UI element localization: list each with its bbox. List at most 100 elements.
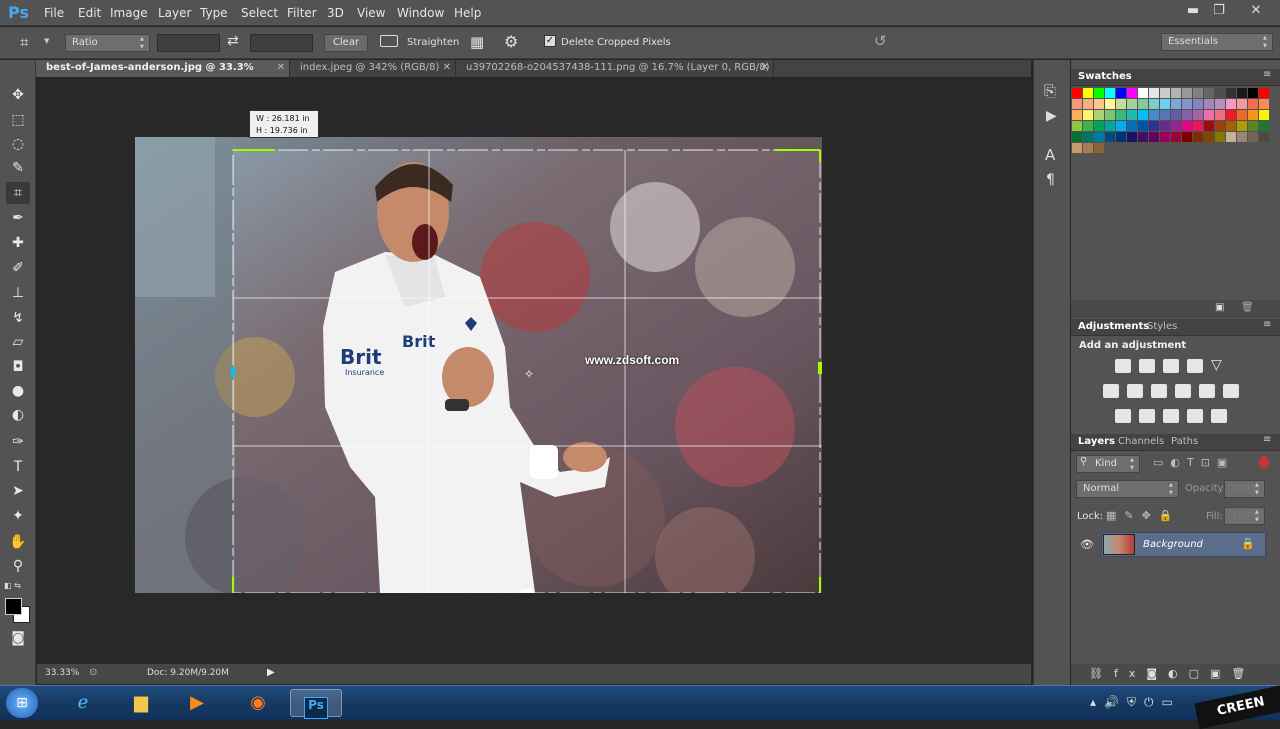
color-swatch[interactable] [1149,99,1159,109]
ratio-width-field[interactable] [157,34,220,52]
status-menu-arrow-icon[interactable]: ▶ [267,667,275,678]
threshold-icon[interactable] [1163,409,1179,423]
layer-row-background[interactable]: 👁 Background 🔒 [1071,532,1280,558]
swap-icon[interactable]: ⇄ [227,33,239,49]
ratio-dropdown[interactable]: Ratio [65,34,150,52]
tab-swatches[interactable]: Swatches [1078,71,1132,82]
menu-image[interactable]: Image [110,6,148,20]
channel-mixer-icon[interactable] [1199,384,1215,398]
color-swatch[interactable] [1226,121,1236,131]
crop-tool-icon[interactable]: ⌗ [20,33,28,51]
menu-type[interactable]: Type [200,6,228,20]
exposure-icon[interactable] [1187,359,1203,373]
clear-button[interactable]: Clear [324,34,368,52]
color-swatch[interactable] [1083,121,1093,131]
overlay-grid-icon[interactable]: ▦ [470,33,484,51]
color-swatch[interactable] [1237,132,1247,142]
color-swatch[interactable] [1160,121,1170,131]
color-swatch[interactable] [1072,132,1082,142]
blur-tool-icon[interactable]: ● [6,380,30,402]
color-swatch[interactable] [1259,132,1269,142]
marquee-tool-icon[interactable]: ⬚ [6,109,30,131]
foreground-color-swatch[interactable] [5,598,22,615]
color-swatch[interactable] [1237,99,1247,109]
shape-tool-icon[interactable]: ✦ [6,505,30,527]
color-swatch[interactable] [1259,110,1269,120]
lock-icons[interactable]: ▦✎✥🔒 [1106,509,1181,522]
color-swatch[interactable] [1072,143,1082,153]
color-swatch[interactable] [1248,110,1258,120]
zoom-level[interactable]: 33.33% [45,668,79,678]
color-swatch[interactable] [1226,110,1236,120]
color-swatch[interactable] [1171,121,1181,131]
settings-gear-icon[interactable]: ⚙ [504,32,518,51]
hand-tool-icon[interactable]: ✋ [6,531,30,553]
zoom-tool-icon[interactable]: ⚲ [6,555,30,577]
menu-file[interactable]: File [44,6,64,20]
menu-help[interactable]: Help [454,6,481,20]
color-swatch[interactable] [1138,132,1148,142]
color-swatch[interactable] [1215,88,1225,98]
photoshop-taskbar-button[interactable]: Ps [290,689,342,719]
blend-mode-dropdown[interactable]: Normal [1076,480,1179,498]
color-balance-icon[interactable] [1127,384,1143,398]
tab-u39702268[interactable]: u39702268-o204537438-111.png @ 16.7% (La… [456,60,774,77]
color-swatch[interactable] [1127,99,1137,109]
color-swatch[interactable] [1105,88,1115,98]
restore-button[interactable]: ❐ [1206,2,1232,20]
color-swatch[interactable] [1072,110,1082,120]
color-swatch[interactable] [1138,99,1148,109]
straighten-icon[interactable] [380,35,398,47]
media-player-icon[interactable]: ▶ [177,689,217,717]
color-swatch[interactable] [1127,110,1137,120]
color-swatch[interactable] [1160,132,1170,142]
type-tool-icon[interactable]: T [6,456,30,478]
color-swatch[interactable] [1193,121,1203,131]
tab-channels[interactable]: Channels [1118,436,1164,447]
color-swatch[interactable] [1204,99,1214,109]
color-swatch[interactable] [1094,88,1104,98]
character-panel-icon[interactable]: A [1045,146,1055,164]
vibrance-icon[interactable]: ▽ [1211,357,1222,373]
minimize-button[interactable]: ▬ [1180,2,1206,20]
pen-tool-icon[interactable]: ✑ [6,431,30,453]
history-panel-icon[interactable]: ⎘ [1044,82,1056,100]
color-swatch[interactable] [1083,110,1093,120]
layer-name[interactable]: Background [1143,539,1203,550]
color-swatch[interactable] [1149,132,1159,142]
system-tray-icons[interactable]: ▴🔊⛨⏻▭ [1090,695,1181,710]
color-swatch[interactable] [1171,88,1181,98]
color-swatch[interactable] [1259,121,1269,131]
menu-window[interactable]: Window [397,6,444,20]
color-swatch[interactable] [1127,121,1137,131]
filter-toggle-icon[interactable] [1259,456,1269,468]
color-swatch[interactable] [1248,132,1258,142]
swatch-grid[interactable] [1072,88,1272,178]
color-swatch[interactable] [1204,132,1214,142]
opacity-field[interactable]: 100% [1224,480,1265,498]
color-swatch[interactable] [1193,132,1203,142]
color-swatch[interactable] [1226,88,1236,98]
color-swatch[interactable] [1116,132,1126,142]
photo-filter-icon[interactable] [1175,384,1191,398]
close-icon[interactable]: ✕ [761,60,769,76]
color-swatch[interactable] [1160,99,1170,109]
color-swatch[interactable] [1182,88,1192,98]
color-swatch[interactable] [1105,110,1115,120]
color-swatch[interactable] [1116,88,1126,98]
color-swatch[interactable] [1072,99,1082,109]
levels-icon[interactable] [1139,359,1155,373]
quick-select-tool-icon[interactable]: ✎ [6,157,30,179]
invert-icon[interactable] [1115,409,1131,423]
color-swatch[interactable] [1248,121,1258,131]
color-swatch[interactable] [1215,121,1225,131]
menu-view[interactable]: View [357,6,385,20]
dodge-tool-icon[interactable]: ◐ [6,404,30,426]
color-swatch[interactable] [1171,132,1181,142]
color-swatch[interactable] [1149,121,1159,131]
color-swatch[interactable] [1094,143,1104,153]
layer-filter-icons[interactable]: ▭◐T⊡▣ [1153,456,1234,469]
color-swatch[interactable] [1149,88,1159,98]
color-swatch[interactable] [1182,132,1192,142]
delete-swatch-icon[interactable]: 🗑 [1241,302,1254,313]
